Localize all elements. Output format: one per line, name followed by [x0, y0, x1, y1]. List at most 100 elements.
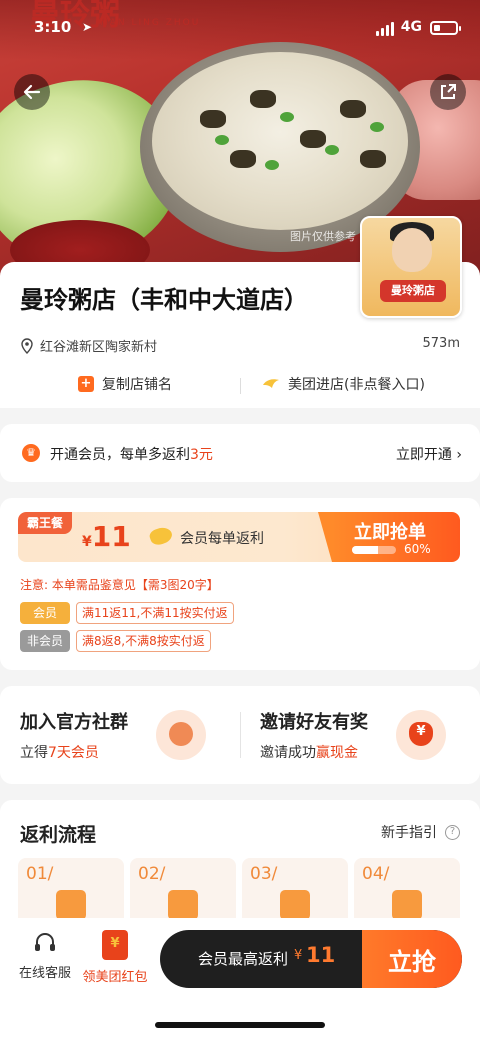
back-button[interactable]	[14, 74, 50, 110]
store-name: 曼玲粥店（丰和中大道店）	[20, 286, 308, 314]
group-icon	[156, 710, 206, 760]
herb-piece	[325, 145, 339, 155]
egg-piece	[230, 150, 256, 168]
location-pin-icon	[21, 338, 33, 354]
question-icon: ?	[445, 824, 460, 840]
step-number: 03/	[250, 864, 278, 884]
egg-piece	[250, 90, 276, 108]
herb-piece	[215, 135, 229, 145]
egg-piece	[340, 100, 366, 118]
deal-price-symbol: ¥	[82, 534, 92, 550]
deal-card: 霸王餐 ¥11 会员每单返利 立即抢单 60% 注意: 本单需品鉴意见【需3图2…	[0, 498, 480, 670]
upload-document-icon	[280, 890, 310, 920]
member-rule-row: 会员 满11返11,不满11按实付返	[20, 602, 234, 624]
join-community-subtitle: 立得7天会员	[20, 742, 99, 762]
deal-rebate-label: 会员每单返利	[180, 531, 264, 547]
network-type: 4G	[400, 19, 422, 35]
yen-glyph: ¥	[416, 724, 426, 739]
copy-store-name-button[interactable]: + 复制店铺名	[78, 374, 172, 394]
red-packet-tab[interactable]: 领美团红包	[80, 930, 150, 985]
invite-friends-subtitle: 邀请成功赢现金	[260, 742, 358, 762]
progress-text: 60%	[404, 542, 431, 556]
red-packet-label: 领美团红包	[82, 970, 148, 985]
cta-amount: 11	[306, 943, 336, 967]
chevron-right-icon: ›	[456, 447, 462, 463]
photo-note: 图片仅供参考	[290, 230, 356, 243]
member-promo-label: 开通会员，每单多返利	[50, 447, 190, 463]
beginner-guide-label: 新手指引	[381, 825, 437, 841]
progress-bar	[352, 546, 396, 554]
porridge-bowl	[152, 52, 408, 230]
beginner-guide-link[interactable]: 新手指引 ?	[381, 822, 460, 842]
grab-now-button[interactable]: 立抢	[362, 930, 462, 988]
status-bar: 3:10 ➤ 4G	[0, 18, 480, 42]
meituan-logo-icon	[263, 379, 279, 388]
deal-price-value: 11	[91, 520, 131, 553]
store-address: 红谷滩新区陶家新村	[40, 340, 158, 355]
coins-icon	[392, 890, 422, 920]
cta-symbol: ¥	[294, 948, 303, 963]
coin-icon	[147, 524, 175, 548]
share-button[interactable]	[430, 74, 466, 110]
invite-friends-sub-highlight: 赢现金	[316, 745, 358, 761]
deal-note: 注意: 本单需品鉴意见【需3图20字】	[20, 578, 219, 592]
store-actions: + 复制店铺名 美团进店(非点餐入口)	[0, 374, 480, 398]
max-rebate-cta[interactable]: 会员最高返利 ¥ 11 立抢	[160, 930, 462, 988]
open-membership-link[interactable]: 立即开通 ›	[396, 444, 462, 464]
join-community-item[interactable]: 加入官方社群 立得7天会员	[0, 686, 240, 784]
home-indicator	[155, 1022, 325, 1028]
status-time: 3:10	[34, 18, 72, 36]
avatar-face	[392, 228, 432, 272]
member-promo-amount: 3元	[190, 447, 213, 463]
divider	[240, 378, 241, 394]
add-user-icon	[56, 890, 86, 920]
online-service-tab[interactable]: 在线客服	[10, 930, 80, 981]
grab-now-label: 立抢	[388, 948, 436, 976]
egg-piece	[200, 110, 226, 128]
join-community-sub-highlight: 7天会员	[48, 745, 99, 761]
open-membership-label: 立即开通	[395, 447, 452, 463]
herb-piece	[280, 112, 294, 122]
join-community-title: 加入官方社群	[20, 712, 128, 733]
grab-order-button[interactable]: 立即抢单 60%	[318, 512, 460, 562]
egg-piece	[360, 150, 386, 168]
deal-banner: 霸王餐 ¥11 会员每单返利 立即抢单 60%	[18, 512, 460, 562]
address-row[interactable]: 红谷滩新区陶家新村 573m	[20, 336, 460, 356]
step-number: 02/	[138, 864, 166, 884]
signal-icon	[376, 22, 394, 36]
grab-order-label: 立即抢单	[354, 522, 426, 543]
red-packet-icon	[102, 930, 128, 960]
non-member-rule-row: 非会员 满8返8,不满8按实付返	[20, 630, 211, 652]
invite-friends-item[interactable]: 邀请好友有奖 邀请成功赢现金 ¥	[240, 686, 480, 784]
share-icon	[441, 84, 456, 99]
step-number: 01/	[26, 864, 54, 884]
online-service-label: 在线客服	[18, 966, 71, 981]
bottom-bar: 在线客服 领美团红包 会员最高返利 ¥ 11 立抢	[0, 918, 480, 1039]
clipboard-check-icon	[168, 890, 198, 920]
community-card: 加入官方社群 立得7天会员 邀请好友有奖 邀请成功赢现金 ¥	[0, 686, 480, 784]
herb-piece	[265, 160, 279, 170]
store-avatar: 曼玲粥店	[360, 216, 462, 318]
arrow-left-icon	[23, 84, 41, 100]
meituan-store-label: 美团进店(非点餐入口)	[288, 377, 425, 393]
step-number: 04/	[362, 864, 390, 884]
rebate-flow-title: 返利流程	[20, 824, 97, 846]
cta-text: 会员最高返利	[198, 950, 289, 968]
invite-friends-sub-prefix: 邀请成功	[260, 745, 316, 761]
progress-fill	[352, 546, 379, 554]
rule-value: 满11返11,不满11按实付返	[76, 602, 234, 624]
store-distance: 573m	[422, 336, 460, 351]
copy-store-name-label: 复制店铺名	[102, 377, 172, 393]
egg-piece	[300, 130, 326, 148]
member-promo-bar[interactable]: ♛ 开通会员，每单多返利3元 立即开通 ›	[0, 424, 480, 482]
herb-piece	[370, 122, 384, 132]
invite-friends-title: 邀请好友有奖	[260, 712, 368, 733]
join-community-sub-prefix: 立得	[20, 745, 48, 761]
rule-value: 满8返8,不满8按实付返	[76, 630, 211, 652]
meituan-store-button[interactable]: 美团进店(非点餐入口)	[262, 374, 425, 394]
rule-label: 非会员	[20, 630, 70, 652]
member-promo-text: 开通会员，每单多返利3元	[50, 444, 213, 464]
crown-icon: ♛	[22, 444, 40, 462]
rule-label: 会员	[20, 602, 70, 624]
money-bag-icon: ¥	[396, 710, 446, 760]
